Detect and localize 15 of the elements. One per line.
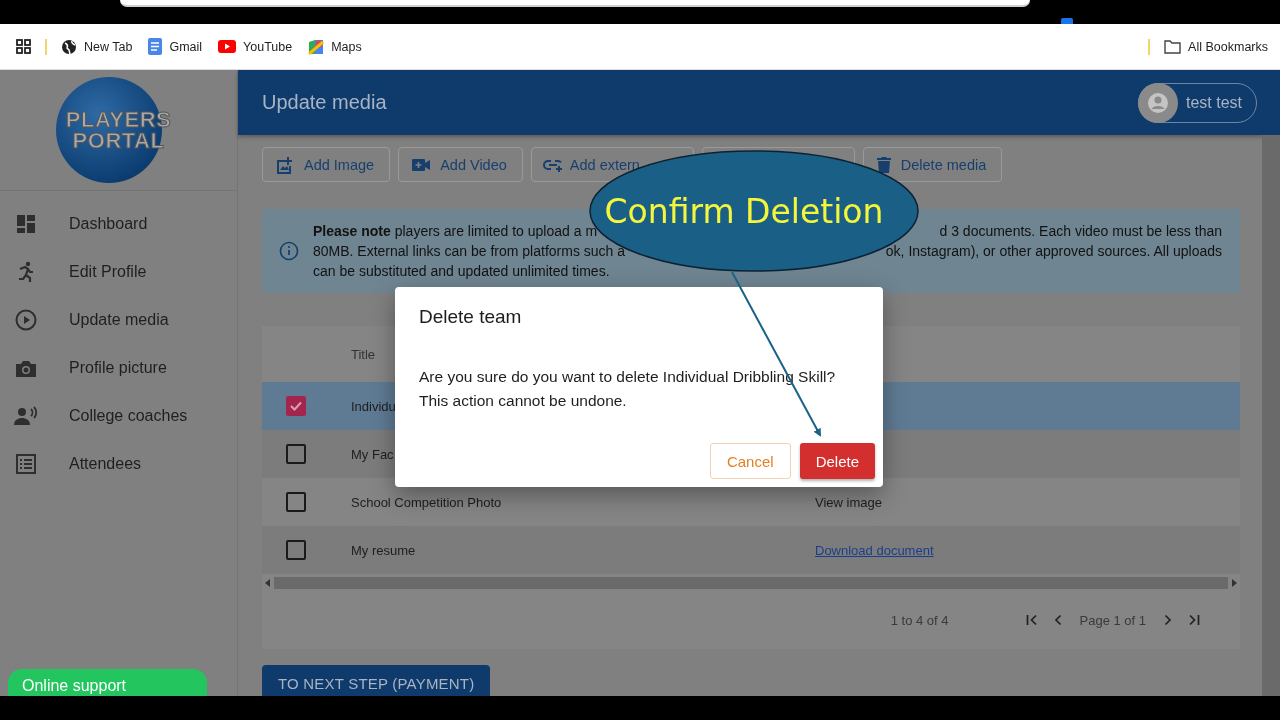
notice-text: d 3 documents. Each video must be less than xyxy=(939,222,1222,241)
notice-text: ok, Instagram), or other approved sources. All uploads xyxy=(885,242,1222,261)
table-cell: My resume xyxy=(351,542,416,558)
dialog-title: Delete team xyxy=(419,306,523,328)
table-cell: Individu xyxy=(351,398,396,414)
table-cell: View image xyxy=(815,494,882,510)
row-count: 1 to 4 of 4 xyxy=(890,612,949,628)
table-cell: School Competition Photo xyxy=(351,494,502,510)
notice-text: can be substituted and updated unlimited times. xyxy=(313,262,610,281)
table-cell: My Fac xyxy=(351,446,394,462)
page-title: Update media xyxy=(262,91,388,114)
notice-text: Please note players are limited to upload a m xyxy=(313,222,598,241)
notice-text: 80MB. External links can be from platforms such a xyxy=(313,242,626,261)
page-indicator: Page 1 of 1 xyxy=(1079,612,1146,628)
callout-text: Confirm Deletion xyxy=(604,192,884,231)
